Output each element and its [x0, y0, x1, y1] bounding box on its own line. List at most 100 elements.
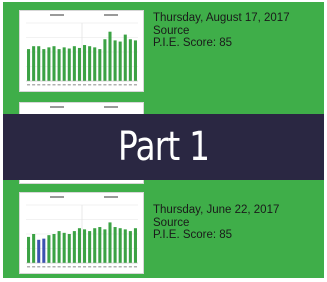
entry-source: Source	[153, 24, 190, 37]
chart-tick-mark	[88, 84, 92, 86]
chart-tick-mark	[32, 266, 36, 268]
chart-bar	[128, 231, 132, 263]
chart-tick-mark	[103, 84, 107, 86]
chart-bar	[57, 49, 61, 81]
chart-bar	[108, 31, 112, 81]
chart-tick-mark	[123, 266, 127, 268]
chart-tick-mark	[108, 266, 112, 268]
chart-thumbnail[interactable]	[19, 192, 144, 274]
chart-bar	[77, 228, 81, 263]
chart-bar	[93, 228, 97, 263]
chart-thumbnail-graphic	[26, 196, 138, 268]
entry-source: Source	[153, 216, 190, 229]
chart-tick-mark	[27, 84, 31, 86]
chart-bar	[42, 238, 46, 263]
chart-bar	[103, 229, 107, 263]
entry-score: P.I.E. Score: 85	[153, 37, 233, 49]
chart-bar	[88, 231, 92, 263]
chart-tick-mark	[83, 266, 87, 268]
chart-tick-mark	[72, 266, 76, 268]
chart-tick-mark	[108, 84, 112, 86]
chart-bar	[98, 227, 102, 263]
chart-tick-mark	[32, 84, 36, 86]
chart-tick-mark	[62, 84, 66, 86]
chart-header-mark	[104, 106, 118, 108]
part-banner: Part 1	[3, 114, 324, 180]
chart-bar	[83, 229, 87, 263]
video-thumbnail-frame: Thursday, August 17, 2017 Source P.I.E. …	[3, 2, 324, 278]
chart-tick-mark	[88, 266, 92, 268]
chart-bar	[32, 46, 36, 81]
chart-tick-mark	[77, 266, 81, 268]
chart-bar	[88, 46, 92, 81]
chart-bar	[47, 47, 51, 81]
chart-tick-mark	[42, 266, 46, 268]
chart-bar	[118, 228, 122, 263]
chart-bar	[27, 49, 31, 81]
chart-bar	[93, 47, 97, 81]
chart-bar	[52, 46, 56, 81]
chart-bar	[123, 34, 127, 81]
chart-tick-mark	[62, 266, 66, 268]
chart-tick-mark	[52, 84, 56, 86]
chart-tick-mark	[57, 84, 61, 86]
chart-bar	[67, 48, 71, 81]
chart-tick-mark	[93, 84, 97, 86]
chart-thumbnail[interactable]	[19, 10, 144, 92]
chart-bar	[123, 229, 127, 263]
chart-tick-mark	[118, 266, 122, 268]
chart-tick-mark	[128, 84, 132, 86]
chart-tick-mark	[37, 266, 41, 268]
chart-tick-mark	[72, 84, 76, 86]
chart-tick-mark	[113, 266, 117, 268]
chart-bar	[98, 49, 102, 81]
chart-bar	[67, 234, 71, 263]
chart-bar	[42, 49, 46, 81]
chart-tick-mark	[42, 84, 46, 86]
chart-header-mark	[50, 106, 64, 108]
chart-bar	[133, 40, 137, 81]
chart-bar	[37, 239, 41, 263]
chart-header-mark	[50, 14, 64, 16]
chart-bar	[27, 236, 31, 263]
chart-tick-mark	[37, 84, 41, 86]
chart-tick-mark	[98, 84, 102, 86]
chart-tick-mark	[123, 84, 127, 86]
chart-tick-mark	[47, 84, 51, 86]
entry-date: Thursday, June 22, 2017	[153, 204, 280, 216]
chart-header-mark	[50, 196, 64, 198]
chart-bar	[113, 40, 117, 81]
chart-tick-mark	[67, 84, 71, 86]
chart-bar	[77, 47, 81, 81]
chart-header-mark	[104, 196, 118, 198]
chart-bar	[57, 231, 61, 263]
chart-tick-mark	[98, 266, 102, 268]
chart-tick-mark	[57, 266, 61, 268]
banner-title: Part 1	[117, 124, 210, 170]
chart-tick-mark	[27, 266, 31, 268]
chart-tick-mark	[128, 266, 132, 268]
chart-tick-mark	[67, 266, 71, 268]
entry-info: Thursday, August 17, 2017 Source P.I.E. …	[153, 12, 290, 50]
chart-bar	[128, 39, 132, 81]
chart-bar	[37, 46, 41, 81]
chart-tick-mark	[47, 266, 51, 268]
chart-tick-mark	[93, 266, 97, 268]
chart-thumbnail-graphic	[26, 14, 138, 86]
chart-tick-mark	[52, 266, 56, 268]
chart-tick-mark	[133, 266, 137, 268]
entry-info: Thursday, June 22, 2017 Source P.I.E. Sc…	[153, 204, 279, 242]
chart-bar	[62, 232, 66, 263]
chart-bar	[103, 39, 107, 81]
chart-bar	[72, 46, 76, 81]
chart-tick-mark	[83, 84, 87, 86]
chart-header-mark	[104, 14, 118, 16]
chart-bar	[83, 45, 87, 81]
chart-bar	[47, 235, 51, 263]
chart-bar	[133, 228, 137, 263]
chart-bar	[62, 47, 66, 81]
chart-tick-mark	[113, 84, 117, 86]
chart-tick-mark	[77, 84, 81, 86]
entry-date: Thursday, August 17, 2017	[153, 12, 290, 24]
chart-tick-mark	[133, 84, 137, 86]
